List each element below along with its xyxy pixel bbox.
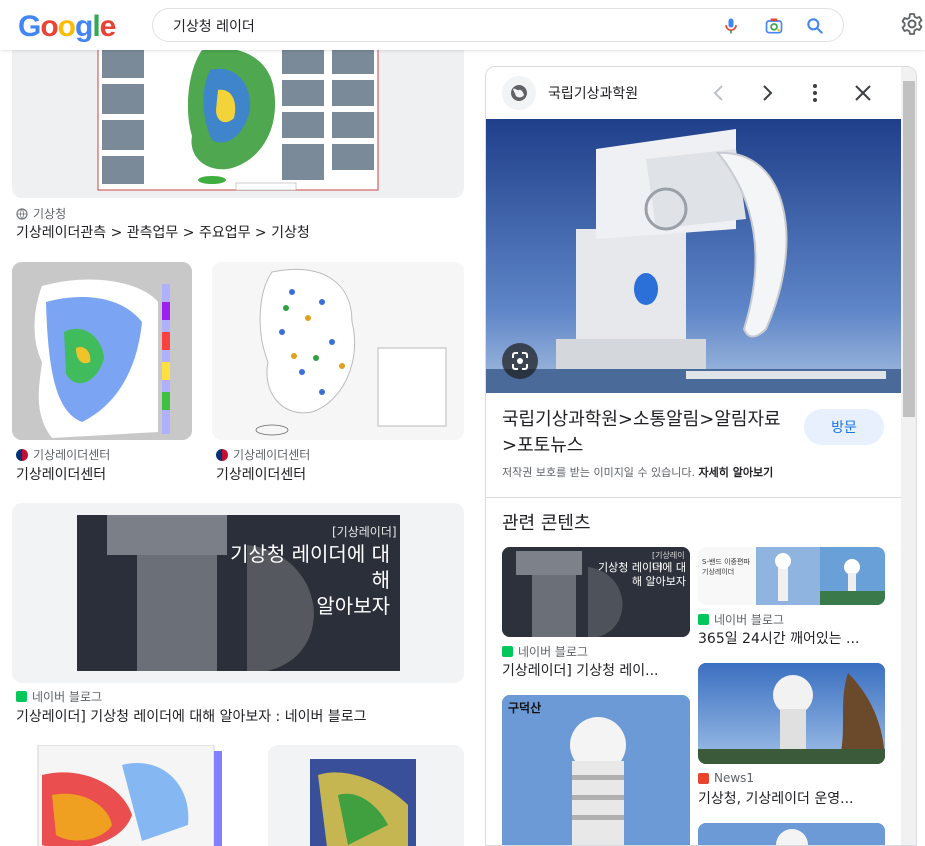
image-preview-panel: 국립기상과학원 국립기상과학원>소통알림>알림자료>포토뉴스 방문 저작권 보호…	[485, 66, 917, 846]
related-title[interactable]: 기상청, 기상레이더 운영...	[698, 788, 885, 808]
result-title[interactable]: 기상레이더관측 > 관측업무 > 주요업무 > 기상청	[16, 222, 466, 242]
related-thumbnail[interactable]	[698, 663, 885, 764]
radar-echo-map-image	[37, 745, 222, 846]
divider	[486, 497, 901, 498]
radar-dome-photo	[486, 119, 901, 393]
related-title[interactable]: 365일 24시간 깨어있는 ...	[698, 628, 885, 648]
lens-search-button[interactable]	[502, 343, 538, 379]
result-title[interactable]: 기상레이더센터	[16, 464, 196, 484]
copyright-text: 저작권 보호를 받는 이미지일 수 있습니다.	[502, 466, 696, 479]
camera-lens-icon[interactable]	[764, 16, 784, 36]
naver-blog-favicon-icon	[698, 614, 709, 625]
search-box	[152, 8, 844, 42]
result-source-name: 네이버 블로그	[32, 690, 103, 704]
related-source[interactable]: 네이버 블로그	[698, 611, 784, 628]
image-results: 기상청 기상레이더관측 > 관측업무 > 주요업무 > 기상청 기상레이더센터 …	[0, 50, 478, 846]
google-lens-icon	[512, 352, 528, 370]
panel-scrollbar-thumb[interactable]	[903, 81, 915, 417]
result-thumbnail[interactable]	[268, 745, 464, 846]
result-source[interactable]: 기상레이더센터	[16, 446, 110, 463]
result-source[interactable]: 네이버 블로그	[16, 688, 102, 705]
news1-favicon-icon	[698, 772, 709, 784]
related-title[interactable]: 기상레이더] 기상청 레이...	[502, 660, 690, 680]
logo-letter: l	[92, 10, 100, 43]
visit-button[interactable]: 방문	[804, 409, 884, 445]
result-source-name: 기상청	[33, 207, 67, 221]
microphone-icon[interactable]	[721, 16, 741, 36]
close-icon[interactable]	[851, 81, 875, 105]
blog-overlay-line: 기상청 레이더에 대해	[230, 542, 390, 592]
logo-letter: g	[75, 10, 93, 43]
related-source-name: 네이버 블로그	[518, 645, 589, 659]
chevron-left-icon[interactable]	[707, 81, 731, 105]
logo-letter: G	[18, 10, 41, 43]
logo-letter: o	[57, 10, 76, 43]
related-thumbnail[interactable]: 구덕산	[502, 695, 690, 845]
result-title[interactable]: 기상레이더] 기상청 레이더에 대해 알아보자 : 네이버 블로그	[16, 706, 466, 726]
related-source[interactable]: News1	[698, 771, 754, 785]
chevron-right-icon[interactable]	[755, 81, 779, 105]
related-overlay-text: 구덕산	[508, 701, 542, 715]
radar-station-map-image	[212, 262, 464, 440]
header: Google	[0, 0, 925, 50]
related-overlay-text: S-밴드 이중편파 기상레이더	[702, 558, 750, 576]
radar-tower-photo	[502, 695, 690, 845]
globe-icon	[511, 85, 527, 101]
related-source[interactable]: 네이버 블로그	[502, 643, 588, 660]
result-thumbnail[interactable]	[212, 262, 464, 440]
preview-image[interactable]	[486, 119, 901, 393]
logo-letter: e	[99, 10, 117, 43]
radar-echo-image	[12, 262, 192, 440]
logo-letter: o	[40, 10, 58, 43]
panel-site-name[interactable]: 국립기상과학원	[548, 83, 638, 103]
korea-flag-favicon-icon	[216, 448, 228, 461]
related-thumbnail[interactable]: S-밴드 이중편파 기상레이더	[698, 547, 885, 605]
blog-overlay-heading: 기상청 레이더에 대해 알아보자	[230, 541, 390, 619]
radar-map-image	[97, 50, 379, 191]
result-thumbnail[interactable]: [기상레이더] 기상청 레이더에 대해 알아보자	[12, 503, 464, 683]
related-overlay-text: 기상청 레이더에 대해 알아보자	[598, 561, 686, 588]
result-source-name: 기상레이더센터	[233, 448, 311, 462]
related-source-name: 네이버 블로그	[714, 613, 785, 627]
result-source-name: 기상레이더센터	[33, 448, 111, 462]
result-title[interactable]: 기상레이더센터	[216, 464, 466, 484]
globe-favicon-icon	[16, 207, 28, 220]
search-icon[interactable]	[805, 16, 825, 36]
more-vert-icon[interactable]	[803, 81, 827, 105]
related-thumbnail[interactable]: [기상레이더] 기상청 레이더에 대해 알아보자	[502, 547, 690, 637]
related-source-name: News1	[714, 771, 755, 785]
google-logo[interactable]: Google	[18, 10, 117, 44]
settings-gear-icon[interactable]	[900, 12, 924, 36]
radar-composite-image	[310, 759, 416, 846]
site-favicon[interactable]	[502, 76, 536, 110]
blog-overlay-tag: [기상레이더]	[332, 525, 397, 539]
related-thumbnail[interactable]	[698, 823, 885, 845]
result-thumbnail[interactable]	[12, 50, 464, 198]
result-source[interactable]: 기상레이더센터	[216, 446, 310, 463]
panel-header: 국립기상과학원	[486, 67, 901, 119]
radar-dome-thumbnail	[698, 823, 885, 845]
search-input[interactable]	[173, 15, 693, 37]
result-thumbnail[interactable]	[12, 262, 192, 440]
naver-blog-favicon-icon	[16, 691, 27, 702]
result-source[interactable]: 기상청	[16, 205, 66, 222]
blog-overlay-line: 알아보자	[316, 594, 390, 618]
korea-flag-favicon-icon	[16, 448, 28, 461]
radar-mountain-photo	[698, 663, 885, 764]
copyright-notice: 저작권 보호를 받는 이미지일 수 있습니다. 자세히 알아보기	[502, 464, 773, 480]
panel-title[interactable]: 국립기상과학원>소통알림>알림자료>포토뉴스	[502, 407, 792, 459]
learn-more-link[interactable]: 자세히 알아보기	[699, 466, 774, 479]
naver-blog-favicon-icon	[502, 646, 513, 657]
result-thumbnail[interactable]	[12, 745, 248, 846]
related-content-heading: 관련 콘텐츠	[502, 513, 591, 534]
